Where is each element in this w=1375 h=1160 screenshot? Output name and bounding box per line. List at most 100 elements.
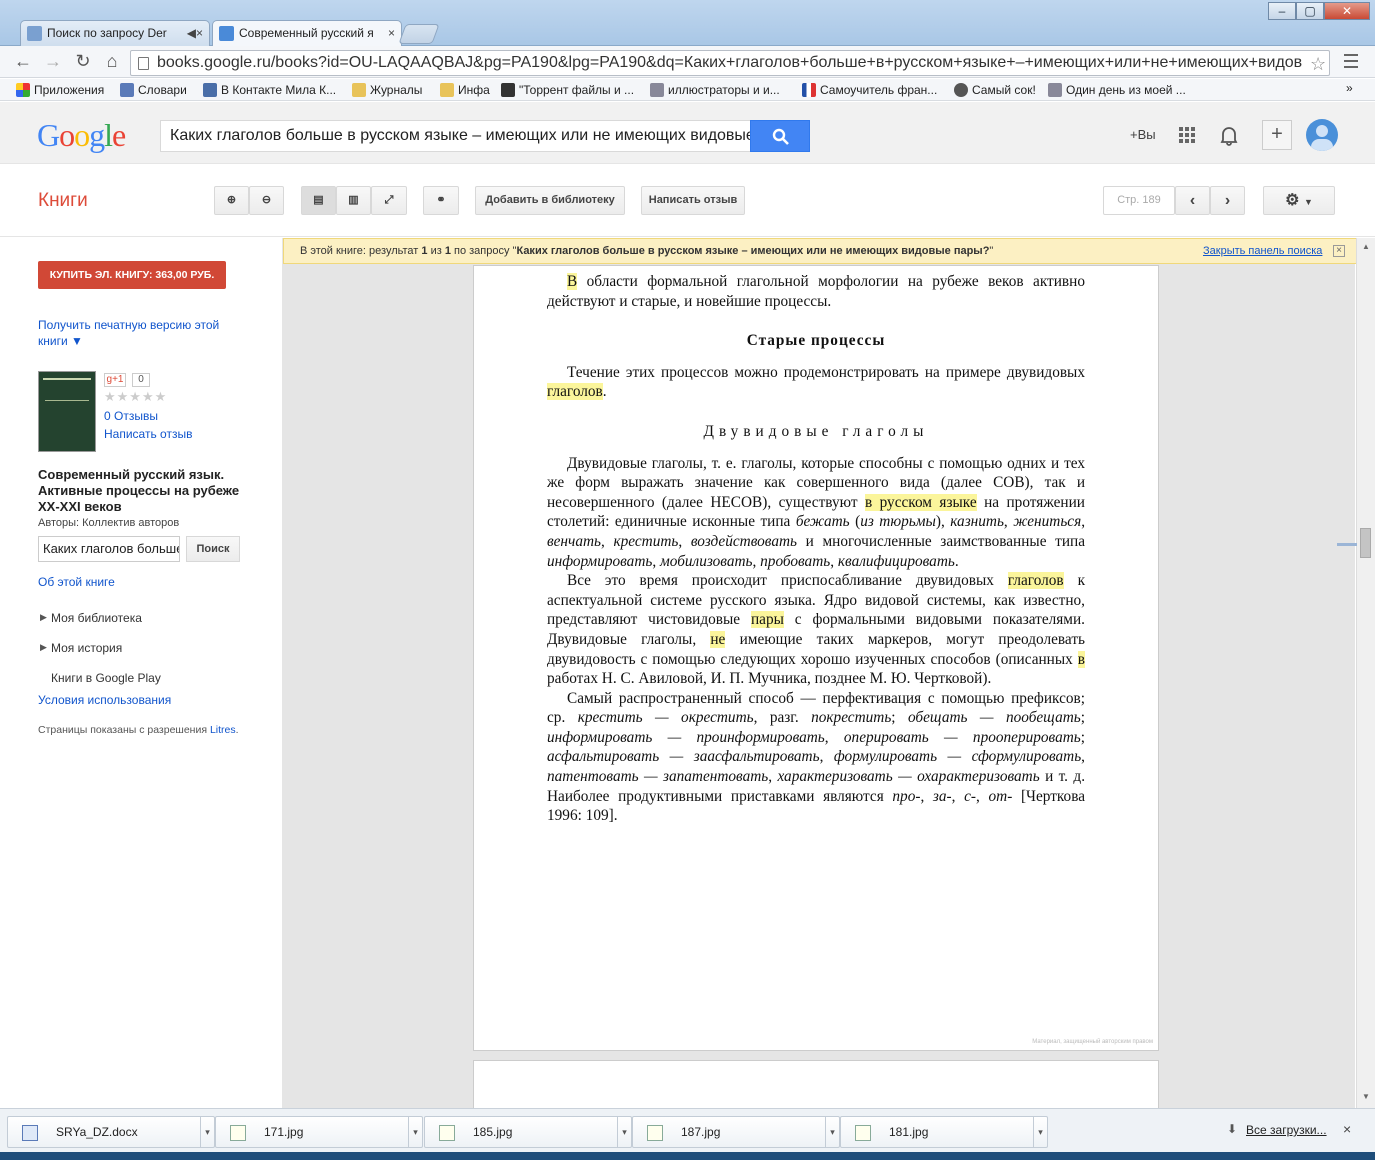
download-item[interactable]: 187.jpg ▾ <box>632 1116 840 1148</box>
chevron-down-icon[interactable]: ▾ <box>1033 1117 1047 1147</box>
close-icon[interactable]: × <box>1333 245 1345 257</box>
plus-you-link[interactable]: +Вы <box>1130 127 1156 142</box>
my-history-link[interactable]: Моя история <box>51 641 122 655</box>
bookmark-french[interactable]: Самоучитель фран... <box>802 81 937 99</box>
zoom-out-button[interactable]: ⊖ <box>249 186 284 215</box>
reviews-link[interactable]: 0 Отзывы <box>104 409 158 423</box>
in-book-search-input[interactable]: Каких глаголов больше <box>38 536 180 562</box>
download-item[interactable]: 185.jpg ▾ <box>424 1116 632 1148</box>
close-icon[interactable]: ◀× <box>187 21 203 45</box>
bookmark-vk[interactable]: В Контакте Мила К... <box>203 81 336 99</box>
more-bookmarks-icon[interactable]: » <box>1346 81 1353 95</box>
bookmark-dictionaries[interactable]: Словари <box>120 81 187 99</box>
link-button[interactable]: ⚭ <box>423 186 459 215</box>
notice-text-4: " <box>989 245 994 257</box>
write-review-button[interactable]: Написать отзыв <box>641 186 745 215</box>
tab-label: Современный русский я <box>239 26 374 40</box>
bookmark-journals[interactable]: Журналы <box>352 81 422 99</box>
chevron-down-icon[interactable]: ▾ <box>408 1117 422 1147</box>
reload-icon[interactable]: ↻ <box>72 51 94 73</box>
url-text: books.google.ru/books?id=OU-LAQAAQBAJ&pg… <box>157 54 1303 71</box>
share-plus-button[interactable]: + <box>1262 120 1292 150</box>
book-cover[interactable] <box>38 371 96 452</box>
gplus-button[interactable]: g+1 <box>104 373 126 387</box>
chevron-down-icon[interactable]: ▾ <box>200 1117 214 1147</box>
back-icon[interactable]: ← <box>12 51 34 73</box>
litres-link[interactable]: Litres <box>210 724 236 736</box>
in-book-search-button[interactable]: Поиск <box>186 536 240 562</box>
download-filename: 185.jpg <box>473 1125 513 1139</box>
download-item[interactable]: 181.jpg ▾ <box>840 1116 1048 1148</box>
bookmark-apps[interactable]: Приложения <box>16 81 104 99</box>
two-page-button[interactable]: ▥ <box>336 186 371 215</box>
bookmark-illustrators[interactable]: иллюстраторы и и... <box>650 81 780 99</box>
all-downloads-link[interactable]: Все загрузки... <box>1246 1123 1327 1137</box>
bookmark-torrent[interactable]: "Торрент файлы и ... <box>501 81 634 99</box>
fullscreen-button[interactable]: ⤢ <box>371 186 407 215</box>
bookmark-one-day[interactable]: Один день из моей ... <box>1048 81 1186 99</box>
new-tab-button[interactable] <box>398 24 440 44</box>
chevron-down-icon[interactable]: ▾ <box>617 1117 631 1147</box>
print-version-link[interactable]: Получить печатную версию этой книги ▼ <box>38 317 248 349</box>
download-item[interactable]: 171.jpg ▾ <box>215 1116 423 1148</box>
single-page-button[interactable]: ▤ <box>301 186 336 215</box>
gplus-count: 0 <box>132 373 150 387</box>
close-search-panel-link[interactable]: Закрыть панель поиска <box>1203 239 1322 263</box>
bookmark-info[interactable]: Инфа <box>440 81 490 99</box>
books-title[interactable]: Книги <box>38 190 88 212</box>
settings-button[interactable]: ⚙ ▼ <box>1263 186 1335 215</box>
star-icon[interactable]: ☆ <box>1310 54 1326 75</box>
person-icon <box>954 83 968 97</box>
bell-icon[interactable] <box>1220 126 1238 146</box>
add-to-library-button[interactable]: Добавить в библиотеку <box>475 186 625 215</box>
forward-icon[interactable]: → <box>42 51 64 73</box>
scroll-up-icon[interactable]: ▲ <box>1362 242 1370 251</box>
close-window-button[interactable]: ✕ <box>1324 2 1370 20</box>
bookmark-label: Словари <box>138 83 187 97</box>
download-filename: SRYa_DZ.docx <box>56 1125 138 1139</box>
bookmark-label: В Контакте Мила К... <box>221 83 337 97</box>
scroll-down-icon[interactable]: ▼ <box>1362 1092 1370 1101</box>
bookmark-sok[interactable]: Самый сок! <box>954 81 1036 99</box>
bookmark-label: "Торрент файлы и ... <box>519 83 635 97</box>
address-bar[interactable]: books.google.ru/books?id=OU-LAQAAQBAJ&pg… <box>130 50 1330 76</box>
avatar[interactable] <box>1306 119 1338 151</box>
left-panel: КУПИТЬ ЭЛ. КНИГУ: 363,00 РУБ. Получить п… <box>0 238 282 1108</box>
vertical-scrollbar[interactable]: ▲ ▼ <box>1337 238 1375 1108</box>
google-logo[interactable]: Google <box>37 117 126 154</box>
download-item[interactable]: SRYa_DZ.docx ▾ <box>7 1116 215 1148</box>
page-text: В области формальной глагольной морфолог… <box>547 272 1085 826</box>
google-header: Google Каких глаголов больше в русском я… <box>0 102 1375 164</box>
search-input[interactable]: Каких глаголов больше в русском языке – … <box>160 120 752 152</box>
paragraph: В области формальной глагольной морфолог… <box>547 273 1085 310</box>
google-play-link[interactable]: Книги в Google Play <box>51 671 161 685</box>
page-number-input[interactable]: Стр. 189 <box>1103 186 1175 215</box>
bookmark-label: Журналы <box>370 83 423 97</box>
terms-link[interactable]: Условия использования <box>38 693 171 707</box>
zoom-in-button[interactable]: ⊕ <box>214 186 249 215</box>
my-library-link[interactable]: Моя библиотека <box>51 611 142 625</box>
prev-page-button[interactable]: ‹ <box>1175 186 1210 215</box>
tab-book[interactable]: Современный русский я × <box>212 20 402 47</box>
search-button[interactable] <box>750 120 810 152</box>
apps-grid-icon[interactable] <box>1179 127 1195 143</box>
tab-search[interactable]: Поиск по запросу Der ◀× <box>20 20 210 46</box>
chevron-down-icon: ▼ <box>1303 197 1313 207</box>
notice-text-1: В этой книге: результат <box>300 245 422 257</box>
buy-ebook-button[interactable]: КУПИТЬ ЭЛ. КНИГУ: 363,00 РУБ. <box>38 261 226 289</box>
minimize-button[interactable]: – <box>1268 2 1296 20</box>
maximize-button[interactable]: ▢ <box>1296 2 1324 20</box>
close-icon[interactable]: × <box>388 21 395 45</box>
next-page-button[interactable]: › <box>1210 186 1245 215</box>
about-book-link[interactable]: Об этой книге <box>38 575 115 589</box>
close-icon[interactable]: × <box>1343 1121 1351 1137</box>
word-file-icon <box>22 1125 38 1141</box>
bookmark-label: Самоучитель фран... <box>820 83 938 97</box>
menu-icon[interactable] <box>1344 54 1358 68</box>
write-review-link[interactable]: Написать отзыв <box>104 427 192 441</box>
chevron-right-icon: › <box>1224 192 1231 209</box>
paragraph: Самый распространенный способ — перфекти… <box>547 689 1086 825</box>
chevron-down-icon[interactable]: ▾ <box>825 1117 839 1147</box>
home-icon[interactable]: ⌂ <box>101 51 123 73</box>
scrollbar-thumb[interactable] <box>1360 528 1371 558</box>
